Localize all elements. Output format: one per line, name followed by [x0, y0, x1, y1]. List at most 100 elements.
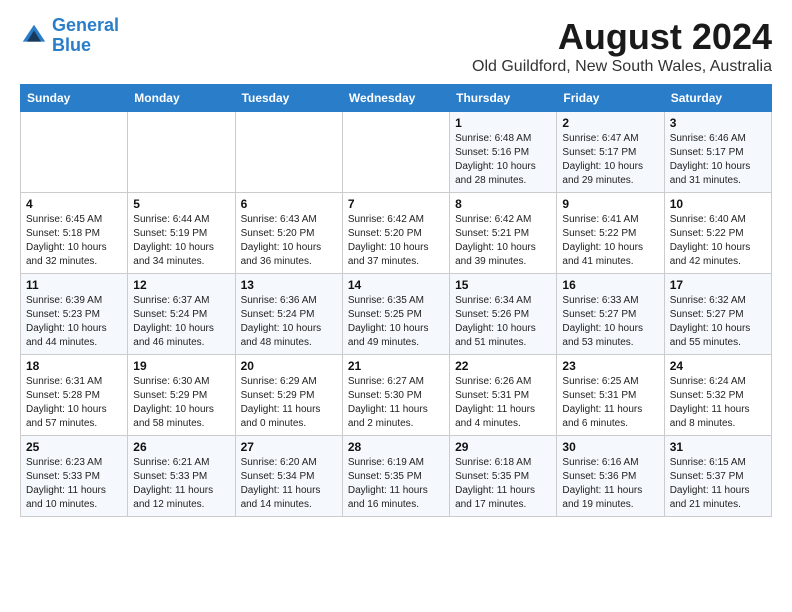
day-number: 2 — [562, 116, 658, 130]
calendar-cell: 2 Sunrise: 6:47 AMSunset: 5:17 PMDaylight… — [557, 112, 664, 193]
calendar-cell: 4Sunrise: 6:45 AMSunset: 5:18 PMDaylight… — [21, 193, 128, 274]
calendar-cell: 7 Sunrise: 6:42 AMSunset: 5:20 PMDaylight… — [342, 193, 449, 274]
calendar-cell: 9 Sunrise: 6:41 AMSunset: 5:22 PMDaylight… — [557, 193, 664, 274]
calendar-cell: 15Sunrise: 6:34 AMSunset: 5:26 PMDayligh… — [450, 274, 557, 355]
day-number: 27 — [241, 440, 337, 454]
day-number: 22 — [455, 359, 551, 373]
weekday-header-sunday: Sunday — [21, 85, 128, 112]
day-number: 25 — [26, 440, 122, 454]
month-year-title: August 2024 — [472, 16, 772, 58]
day-info: Sunrise: 6:48 AMSunset: 5:16 PMDaylight:… — [455, 132, 551, 188]
day-number: 8 — [455, 197, 551, 211]
day-info: Sunrise: 6:15 AMSunset: 5:37 PMDaylight:… — [670, 456, 766, 512]
calendar-cell — [235, 112, 342, 193]
day-info: Sunrise: 6:39 AMSunset: 5:23 PMDaylight:… — [26, 294, 122, 350]
day-number: 24 — [670, 359, 766, 373]
day-number: 17 — [670, 278, 766, 292]
calendar-cell: 23 Sunrise: 6:25 AMSunset: 5:31 PMDayligh… — [557, 355, 664, 436]
day-number: 9 — [562, 197, 658, 211]
day-info: Sunrise: 6:16 AMSunset: 5:36 PMDaylight:… — [562, 456, 658, 512]
day-number: 30 — [562, 440, 658, 454]
weekday-header-friday: Friday — [557, 85, 664, 112]
day-info: Sunrise: 6:35 AMSunset: 5:25 PMDaylight:… — [348, 294, 444, 350]
day-info: Sunrise: 6:47 AMSunset: 5:17 PMDaylight:… — [562, 132, 658, 188]
calendar-cell: 6Sunrise: 6:43 AMSunset: 5:20 PMDaylight… — [235, 193, 342, 274]
calendar-cell: 17 Sunrise: 6:32 AMSunset: 5:27 PMDayligh… — [664, 274, 771, 355]
day-info: Sunrise: 6:20 AMSunset: 5:34 PMDaylight:… — [241, 456, 337, 512]
location-subtitle: Old Guildford, New South Wales, Australi… — [472, 58, 772, 76]
day-info: Sunrise: 6:23 AMSunset: 5:33 PMDaylight:… — [26, 456, 122, 512]
calendar-cell: 8 Sunrise: 6:42 AMSunset: 5:21 PMDaylight… — [450, 193, 557, 274]
day-number: 14 — [348, 278, 444, 292]
logo: General Blue — [20, 16, 119, 56]
day-number: 21 — [348, 359, 444, 373]
calendar-cell: 26Sunrise: 6:21 AMSunset: 5:33 PMDayligh… — [128, 436, 235, 517]
calendar-week-row: 4Sunrise: 6:45 AMSunset: 5:18 PMDaylight… — [21, 193, 772, 274]
weekday-header-tuesday: Tuesday — [235, 85, 342, 112]
day-info: Sunrise: 6:44 AMSunset: 5:19 PMDaylight:… — [133, 213, 229, 269]
day-number: 5 — [133, 197, 229, 211]
weekday-header-wednesday: Wednesday — [342, 85, 449, 112]
day-info: Sunrise: 6:42 AMSunset: 5:20 PMDaylight:… — [348, 213, 444, 269]
day-info: Sunrise: 6:41 AMSunset: 5:22 PMDaylight:… — [562, 213, 658, 269]
calendar-cell: 24 Sunrise: 6:24 AMSunset: 5:32 PMDayligh… — [664, 355, 771, 436]
calendar-week-row: 18Sunrise: 6:31 AMSunset: 5:28 PMDayligh… — [21, 355, 772, 436]
day-info: Sunrise: 6:42 AMSunset: 5:21 PMDaylight:… — [455, 213, 551, 269]
calendar-cell: 27 Sunrise: 6:20 AMSunset: 5:34 PMDayligh… — [235, 436, 342, 517]
calendar-cell: 11Sunrise: 6:39 AMSunset: 5:23 PMDayligh… — [21, 274, 128, 355]
day-info: Sunrise: 6:25 AMSunset: 5:31 PMDaylight:… — [562, 375, 658, 431]
day-info: Sunrise: 6:26 AMSunset: 5:31 PMDaylight:… — [455, 375, 551, 431]
calendar-cell: 13 Sunrise: 6:36 AMSunset: 5:24 PMDayligh… — [235, 274, 342, 355]
day-number: 23 — [562, 359, 658, 373]
day-info: Sunrise: 6:34 AMSunset: 5:26 PMDaylight:… — [455, 294, 551, 350]
day-number: 3 — [670, 116, 766, 130]
day-info: Sunrise: 6:18 AMSunset: 5:35 PMDaylight:… — [455, 456, 551, 512]
calendar-cell: 31 Sunrise: 6:15 AMSunset: 5:37 PMDayligh… — [664, 436, 771, 517]
day-info: Sunrise: 6:24 AMSunset: 5:32 PMDaylight:… — [670, 375, 766, 431]
calendar-cell — [128, 112, 235, 193]
day-info: Sunrise: 6:21 AMSunset: 5:33 PMDaylight:… — [133, 456, 229, 512]
calendar-cell: 3 Sunrise: 6:46 AMSunset: 5:17 PMDaylight… — [664, 112, 771, 193]
day-number: 18 — [26, 359, 122, 373]
calendar-week-row: 25 Sunrise: 6:23 AMSunset: 5:33 PMDayligh… — [21, 436, 772, 517]
day-number: 16 — [562, 278, 658, 292]
calendar-cell: 20 Sunrise: 6:29 AMSunset: 5:29 PMDayligh… — [235, 355, 342, 436]
day-number: 13 — [241, 278, 337, 292]
calendar-cell: 16 Sunrise: 6:33 AMSunset: 5:27 PMDayligh… — [557, 274, 664, 355]
calendar-cell: 21 Sunrise: 6:27 AMSunset: 5:30 PMDayligh… — [342, 355, 449, 436]
day-number: 7 — [348, 197, 444, 211]
day-info: Sunrise: 6:32 AMSunset: 5:27 PMDaylight:… — [670, 294, 766, 350]
day-info: Sunrise: 6:19 AMSunset: 5:35 PMDaylight:… — [348, 456, 444, 512]
title-area: August 2024 Old Guildford, New South Wal… — [472, 16, 772, 76]
day-number: 12 — [133, 278, 229, 292]
weekday-header-monday: Monday — [128, 85, 235, 112]
calendar-cell: 19Sunrise: 6:30 AMSunset: 5:29 PMDayligh… — [128, 355, 235, 436]
day-number: 4 — [26, 197, 122, 211]
calendar-cell: 14 Sunrise: 6:35 AMSunset: 5:25 PMDayligh… — [342, 274, 449, 355]
calendar-cell: 1Sunrise: 6:48 AMSunset: 5:16 PMDaylight… — [450, 112, 557, 193]
day-info: Sunrise: 6:27 AMSunset: 5:30 PMDaylight:… — [348, 375, 444, 431]
day-number: 31 — [670, 440, 766, 454]
calendar-cell: 29 Sunrise: 6:18 AMSunset: 5:35 PMDayligh… — [450, 436, 557, 517]
day-number: 10 — [670, 197, 766, 211]
day-info: Sunrise: 6:36 AMSunset: 5:24 PMDaylight:… — [241, 294, 337, 350]
day-number: 19 — [133, 359, 229, 373]
logo-icon — [20, 22, 48, 50]
day-info: Sunrise: 6:37 AMSunset: 5:24 PMDaylight:… — [133, 294, 229, 350]
calendar-table: SundayMondayTuesdayWednesdayThursdayFrid… — [20, 84, 772, 517]
weekday-header-row: SundayMondayTuesdayWednesdayThursdayFrid… — [21, 85, 772, 112]
day-info: Sunrise: 6:46 AMSunset: 5:17 PMDaylight:… — [670, 132, 766, 188]
calendar-cell: 30 Sunrise: 6:16 AMSunset: 5:36 PMDayligh… — [557, 436, 664, 517]
day-number: 28 — [348, 440, 444, 454]
day-info: Sunrise: 6:29 AMSunset: 5:29 PMDaylight:… — [241, 375, 337, 431]
calendar-cell: 22 Sunrise: 6:26 AMSunset: 5:31 PMDayligh… — [450, 355, 557, 436]
day-number: 20 — [241, 359, 337, 373]
page-header: General Blue August 2024 Old Guildford, … — [20, 16, 772, 76]
day-number: 29 — [455, 440, 551, 454]
day-info: Sunrise: 6:33 AMSunset: 5:27 PMDaylight:… — [562, 294, 658, 350]
calendar-cell: 5 Sunrise: 6:44 AMSunset: 5:19 PMDaylight… — [128, 193, 235, 274]
calendar-cell: 12 Sunrise: 6:37 AMSunset: 5:24 PMDayligh… — [128, 274, 235, 355]
calendar-week-row: 11Sunrise: 6:39 AMSunset: 5:23 PMDayligh… — [21, 274, 772, 355]
logo-text: General Blue — [52, 16, 119, 56]
day-number: 6 — [241, 197, 337, 211]
